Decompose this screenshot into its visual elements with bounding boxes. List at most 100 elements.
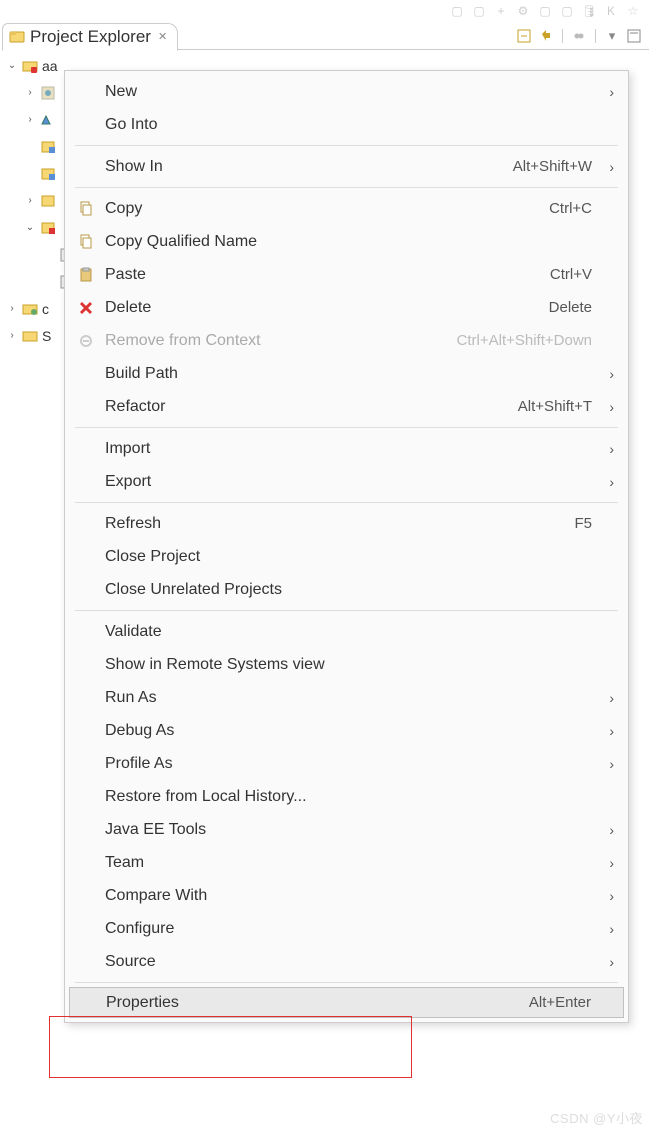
chevron-right-icon: › <box>602 921 614 937</box>
menu-label: Source <box>105 953 156 971</box>
menu-item-debug-as[interactable]: Debug As› <box>65 714 628 747</box>
chevron-right-icon: › <box>602 84 614 100</box>
menu-label: Copy Qualified Name <box>105 233 257 251</box>
menu-label: Go Into <box>105 116 157 134</box>
minimize-icon[interactable] <box>625 27 643 45</box>
twisty-expanded-icon[interactable]: ⌄ <box>24 222 36 233</box>
menu-item-delete[interactable]: DeleteDelete› <box>65 291 628 324</box>
menu-item-import[interactable]: Import› <box>65 432 628 465</box>
toolbar-icon[interactable]: ⚙ <box>515 3 531 19</box>
menu-label: Show In <box>105 158 163 176</box>
menu-label: Team <box>105 854 144 872</box>
chevron-right-icon: › <box>602 441 614 457</box>
remove-icon <box>75 333 97 349</box>
menu-item-source[interactable]: Source › <box>65 945 628 978</box>
menu-label: Paste <box>105 266 146 284</box>
toolbar-icon[interactable]: 🛢 <box>581 3 597 19</box>
menu-separator <box>75 145 618 146</box>
twisty-collapsed-icon[interactable]: › <box>6 303 18 314</box>
chevron-right-icon: › <box>602 888 614 904</box>
twisty-expanded-icon[interactable]: ⌄ <box>6 60 18 71</box>
menu-label: Profile As <box>105 755 173 773</box>
menu-label: Java EE Tools <box>105 821 206 839</box>
menu-item-profile-as[interactable]: Profile As› <box>65 747 628 780</box>
menu-label: Remove from Context <box>105 332 261 350</box>
menu-shortcut: Delete <box>549 299 592 316</box>
menu-item-javaee-tools[interactable]: Java EE Tools› <box>65 813 628 846</box>
menu-item-new[interactable]: New› <box>65 75 628 108</box>
copy-icon <box>75 234 97 250</box>
menu-item-copy-qn[interactable]: Copy Qualified Name› <box>65 225 628 258</box>
package-icon <box>40 193 56 209</box>
project-icon <box>22 58 38 74</box>
toolbar-icon[interactable]: ▢ <box>471 3 487 19</box>
tree-node-label: aa <box>42 58 58 74</box>
menu-separator <box>75 502 618 503</box>
menu-item-run-as[interactable]: Run As› <box>65 681 628 714</box>
chevron-right-icon: › <box>602 474 614 490</box>
menu-item-properties[interactable]: PropertiesAlt+Enter› <box>69 987 624 1018</box>
collapse-all-icon[interactable] <box>515 27 533 45</box>
menu-label: Close Unrelated Projects <box>105 581 282 599</box>
watermark: CSDN @Y小夜 <box>550 1108 643 1127</box>
folder-icon <box>22 328 38 344</box>
menu-label: Compare With <box>105 887 207 905</box>
toolbar-icon[interactable]: ▢ <box>559 3 575 19</box>
toolbar-icon[interactable]: ☆ <box>625 3 641 19</box>
link-editor-icon[interactable] <box>537 27 555 45</box>
menu-item-team[interactable]: Team › <box>65 846 628 879</box>
menu-separator <box>75 427 618 428</box>
menu-label: Delete <box>105 299 151 317</box>
menu-item-refactor[interactable]: RefactorAlt+Shift+T› <box>65 390 628 423</box>
menu-label: Properties <box>106 994 179 1012</box>
delete-icon <box>75 300 97 316</box>
copy-icon <box>75 201 97 217</box>
chevron-right-icon: › <box>602 690 614 706</box>
menu-item-copy[interactable]: CopyCtrl+C› <box>65 192 628 225</box>
menu-item-close-unrelated[interactable]: Close Unrelated Projects› <box>65 573 628 606</box>
menu-item-show-in[interactable]: Show In Alt+Shift+W › <box>65 150 628 183</box>
menu-item-close-project[interactable]: Close Project› <box>65 540 628 573</box>
view-menu-icon[interactable]: ▾ <box>603 27 621 45</box>
twisty-collapsed-icon[interactable]: › <box>24 114 36 125</box>
main-toolbar: ▢ ▢ + ⚙ ▢ ▢ 🛢 K ☆ <box>0 0 651 22</box>
twisty-collapsed-icon[interactable]: › <box>24 195 36 206</box>
resources-icon <box>40 139 56 155</box>
menu-shortcut: Alt+Shift+W <box>513 158 592 175</box>
menu-item-restore-local[interactable]: Restore from Local History...› <box>65 780 628 813</box>
menu-item-refresh[interactable]: RefreshF5› <box>65 507 628 540</box>
descriptor-icon <box>40 85 56 101</box>
menu-item-build-path[interactable]: Build Path› <box>65 357 628 390</box>
tab-project-explorer[interactable]: Project Explorer ✕ <box>2 23 178 51</box>
toolbar-separator <box>595 29 596 43</box>
menu-shortcut: Alt+Enter <box>529 994 591 1011</box>
menu-item-show-rse[interactable]: Show in Remote Systems view› <box>65 648 628 681</box>
twisty-collapsed-icon[interactable]: › <box>24 87 36 98</box>
menu-item-configure[interactable]: Configure› <box>65 912 628 945</box>
chevron-right-icon: › <box>602 855 614 871</box>
menu-item-compare-with[interactable]: Compare With › <box>65 879 628 912</box>
toolbar-icon[interactable]: ▢ <box>449 3 465 19</box>
menu-shortcut: Alt+Shift+T <box>518 398 592 415</box>
project-icon <box>22 301 38 317</box>
focus-icon[interactable] <box>570 27 588 45</box>
menu-item-export[interactable]: Export› <box>65 465 628 498</box>
library-icon <box>40 220 56 236</box>
toolbar-icon[interactable]: K <box>603 3 619 19</box>
chevron-right-icon: › <box>602 954 614 970</box>
menu-item-validate[interactable]: Validate› <box>65 615 628 648</box>
jax-icon <box>40 112 56 128</box>
menu-label: Copy <box>105 200 142 218</box>
menu-label: Validate <box>105 623 162 641</box>
close-icon[interactable]: ✕ <box>158 30 167 43</box>
menu-item-go-into[interactable]: Go Into› <box>65 108 628 141</box>
toolbar-icon[interactable]: ▢ <box>537 3 553 19</box>
chevron-right-icon: › <box>602 723 614 739</box>
chevron-right-icon: › <box>602 159 614 175</box>
toolbar-icon[interactable]: + <box>493 3 509 19</box>
menu-separator <box>75 982 618 983</box>
menu-separator <box>75 610 618 611</box>
twisty-collapsed-icon[interactable]: › <box>6 330 18 341</box>
context-menu: New›Go Into›Show InAlt+Shift+W›CopyCtrl+… <box>64 70 629 1023</box>
menu-item-paste[interactable]: PasteCtrl+V› <box>65 258 628 291</box>
